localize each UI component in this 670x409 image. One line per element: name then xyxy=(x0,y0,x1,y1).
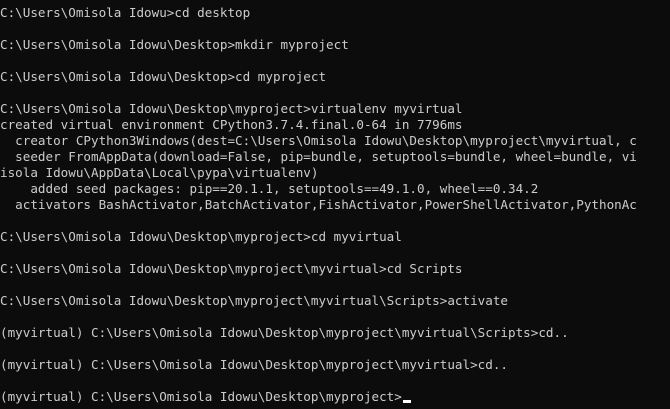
console-line: created virtual environment CPython3.7.4… xyxy=(0,117,463,132)
console-line: C:\Users\Omisola Idowu\Desktop\myproject… xyxy=(0,101,463,116)
console-prompt: (myvirtual) C:\Users\Omisola Idowu\Deskt… xyxy=(0,389,402,404)
console-line: seeder FromAppData(download=False, pip=b… xyxy=(0,149,637,164)
console-line: (myvirtual) C:\Users\Omisola Idowu\Deskt… xyxy=(0,357,508,372)
console-line: C:\Users\Omisola Idowu\Desktop>cd myproj… xyxy=(0,69,327,84)
text-cursor xyxy=(402,400,411,403)
console-line: C:\Users\Omisola Idowu\Desktop\myproject… xyxy=(0,229,402,244)
console-line: C:\Users\Omisola Idowu>cd desktop xyxy=(0,5,251,20)
console-line: C:\Users\Omisola Idowu\Desktop\myproject… xyxy=(0,293,508,308)
console-line: isola Idowu\AppData\Local\pypa\virtualen… xyxy=(0,165,319,180)
console-prompt-line[interactable]: (myvirtual) C:\Users\Omisola Idowu\Deskt… xyxy=(0,389,637,405)
terminal-console[interactable]: C:\Users\Omisola Idowu>cd desktop C:\Use… xyxy=(0,0,670,409)
console-line: (myvirtual) C:\Users\Omisola Idowu\Deskt… xyxy=(0,325,569,340)
console-line: creator CPython3Windows(dest=C:\Users\Om… xyxy=(0,133,637,148)
console-line: C:\Users\Omisola Idowu\Desktop>mkdir myp… xyxy=(0,37,349,52)
console-line: added seed packages: pip==20.1.1, setupt… xyxy=(0,181,539,196)
console-line: C:\Users\Omisola Idowu\Desktop\myproject… xyxy=(0,261,463,276)
console-line: activators BashActivator,BatchActivator,… xyxy=(0,197,637,212)
console-output: C:\Users\Omisola Idowu>cd desktop C:\Use… xyxy=(0,5,637,405)
